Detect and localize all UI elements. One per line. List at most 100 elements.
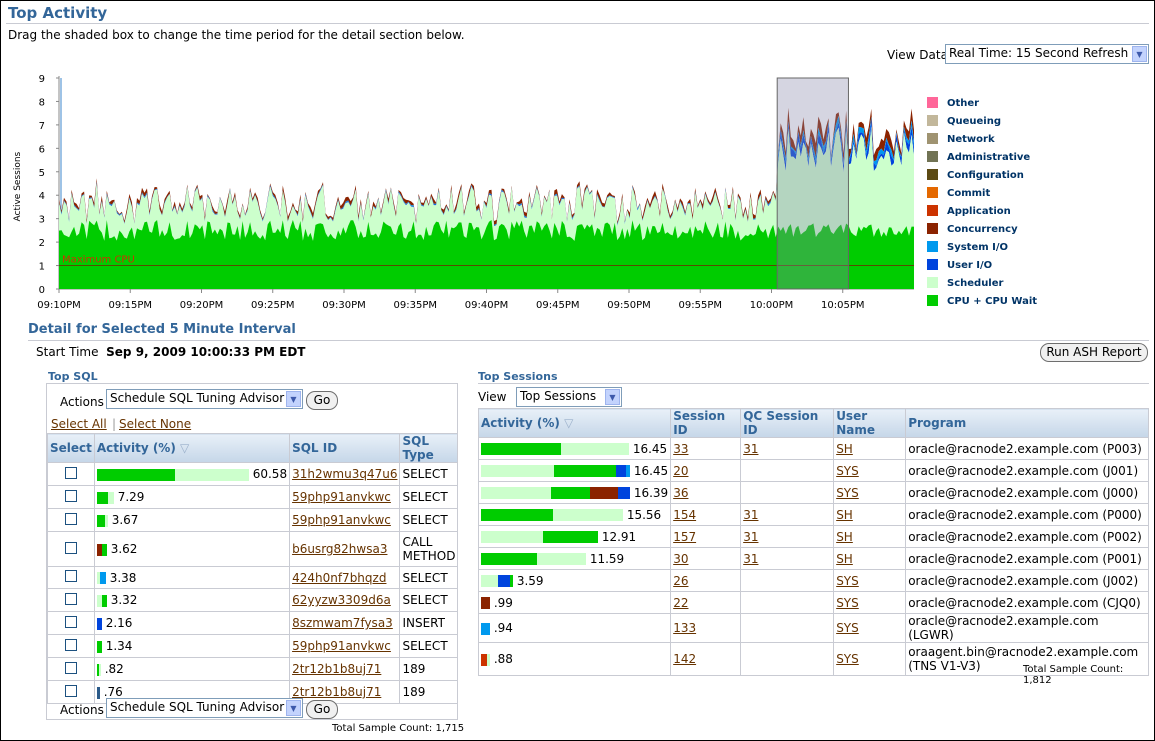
sql-row-checkbox[interactable] xyxy=(64,489,77,502)
session-id-link[interactable]: 133 xyxy=(673,621,696,635)
sql-type: SELECT xyxy=(402,467,448,481)
legend-item[interactable]: CPU + CPU Wait xyxy=(927,295,1037,307)
session-id-link[interactable]: 33 xyxy=(673,442,688,456)
sql-id-link[interactable]: 2tr12b1b8uj71 xyxy=(292,662,381,676)
sql-row-checkbox[interactable] xyxy=(64,615,77,628)
legend-item[interactable]: Scheduler xyxy=(927,277,1003,289)
col-session-id[interactable]: Session ID xyxy=(670,408,742,438)
chevron-down-icon[interactable]: ▼ xyxy=(1132,46,1147,62)
user-name-link[interactable]: SYS xyxy=(836,574,859,588)
session-id-link[interactable]: 157 xyxy=(673,530,696,544)
session-id-link[interactable]: 154 xyxy=(673,508,696,522)
sql-row: 3.67 59php91anvkwc SELECT xyxy=(47,508,459,532)
user-name-link[interactable]: SH xyxy=(836,552,853,566)
sql-id-link[interactable]: 59php91anvkwc xyxy=(292,639,391,653)
sql-row-activity-cell: 1.34 xyxy=(93,634,291,658)
sql-row-checkbox[interactable] xyxy=(64,570,77,582)
activity-bar xyxy=(96,617,102,630)
x-tick-label: 09:25PM xyxy=(251,300,294,311)
activity-bar-segment xyxy=(537,553,586,565)
select-none-link[interactable]: Select None xyxy=(119,417,191,431)
qc-session-id-link[interactable]: 31 xyxy=(743,442,758,456)
session-id-link[interactable]: 30 xyxy=(673,552,688,566)
x-tick-label: 10:00PM xyxy=(750,300,793,311)
sql-row-activity: 1.34 xyxy=(105,639,133,653)
top-sql-actions-select[interactable]: Schedule SQL Tuning Advisor ▼ xyxy=(106,389,303,409)
legend-item[interactable]: Administrative xyxy=(927,151,1030,163)
legend-label: Queueing xyxy=(947,116,1002,127)
sql-id-link[interactable]: 2tr12b1b8uj71 xyxy=(292,685,381,699)
user-name-link[interactable]: SH xyxy=(836,508,853,522)
legend-item[interactable]: User I/O xyxy=(927,259,992,271)
qc-session-id-link[interactable]: 31 xyxy=(743,530,758,544)
selection-box[interactable] xyxy=(776,77,849,290)
session-id-link[interactable]: 36 xyxy=(673,486,688,500)
sql-id-link[interactable]: 59php91anvkwc xyxy=(292,490,391,504)
activity-bar-segment xyxy=(98,663,101,676)
user-name-link[interactable]: SYS xyxy=(836,486,859,500)
legend-item[interactable]: Configuration xyxy=(927,169,1024,181)
session-id-link[interactable]: 142 xyxy=(673,652,696,666)
user-name-link[interactable]: SH xyxy=(836,442,853,456)
sql-row-checkbox[interactable] xyxy=(64,638,77,651)
sql-id-link[interactable]: 31h2wmu3q47u6 xyxy=(292,467,397,481)
legend-item[interactable]: Application xyxy=(927,205,1011,217)
run-ash-report-button[interactable]: Run ASH Report xyxy=(1040,343,1148,362)
col-program[interactable]: Program xyxy=(905,408,1149,438)
sql-row-select-cell xyxy=(47,588,95,612)
legend-item[interactable]: Concurrency xyxy=(927,223,1018,235)
sql-id-link[interactable]: b6usrg82hwsa3 xyxy=(292,542,387,556)
col-activity[interactable]: Activity (%) ▽ xyxy=(93,433,291,463)
view-data-select[interactable]: Real Time: 15 Second Refresh ▼ xyxy=(945,44,1149,64)
chevron-down-icon[interactable]: ▼ xyxy=(286,700,301,716)
sql-row-checkbox[interactable] xyxy=(64,661,77,674)
col-sql-type[interactable]: SQL Type xyxy=(399,433,459,463)
program-name: oracle@racnode2.example.com (CJQ0) xyxy=(908,595,1141,610)
sql-id-link[interactable]: 62yyzw3309d6a xyxy=(292,593,391,607)
session-id-link[interactable]: 20 xyxy=(673,464,688,478)
sql-id-link[interactable]: 424h0nf7bhqzd xyxy=(292,571,386,585)
legend-item[interactable]: Other xyxy=(927,97,979,109)
user-name-link[interactable]: SYS xyxy=(836,464,859,478)
legend-item[interactable]: System I/O xyxy=(927,241,1008,253)
qc-session-id-link[interactable]: 31 xyxy=(743,508,758,522)
chevron-down-icon[interactable]: ▼ xyxy=(286,391,301,407)
sql-row-checkbox[interactable] xyxy=(64,592,77,605)
sql-id-link[interactable]: 59php91anvkwc xyxy=(292,513,391,527)
col-user-name[interactable]: User Name xyxy=(833,408,907,438)
activity-bar-segment xyxy=(498,575,510,587)
legend-item[interactable]: Network xyxy=(927,133,995,145)
activity-bar-segment xyxy=(554,465,616,477)
session-activity-cell: 12.91 xyxy=(477,525,672,548)
user-name-link[interactable]: SYS xyxy=(836,596,859,610)
user-name-link[interactable]: SYS xyxy=(836,652,859,666)
activity-bar xyxy=(481,575,513,587)
col-sql-id[interactable]: SQL ID xyxy=(289,433,401,463)
top-sessions-view-select[interactable]: Top Sessions ▼ xyxy=(516,387,622,407)
top-sql-go-button[interactable]: Go xyxy=(306,391,338,410)
sql-row-checkbox[interactable] xyxy=(64,466,77,479)
qc-session-id-link[interactable]: 31 xyxy=(743,552,758,566)
top-sql-actions-select-bottom[interactable]: Schedule SQL Tuning Advisor ▼ xyxy=(106,698,303,718)
session-activity: 11.59 xyxy=(589,551,625,566)
qc-session-id-cell: 31 xyxy=(740,547,835,570)
sql-id-link[interactable]: 8szmwam7fysa3 xyxy=(292,616,393,630)
top-sql-go-button-bottom[interactable]: Go xyxy=(306,700,338,719)
sql-row-checkbox[interactable] xyxy=(64,684,77,697)
session-id-link[interactable]: 22 xyxy=(673,596,688,610)
sql-row-sql-id-cell: 424h0nf7bhqzd xyxy=(289,566,401,589)
select-all-link[interactable]: Select All xyxy=(51,417,107,431)
col-qc-session-id[interactable]: QC Session ID xyxy=(740,408,835,438)
y-tick-label: 2 xyxy=(39,238,45,249)
user-name-link[interactable]: SYS xyxy=(836,621,859,635)
legend-item[interactable]: Commit xyxy=(927,187,990,199)
user-name-link[interactable]: SH xyxy=(836,530,853,544)
qc-session-id-cell xyxy=(740,481,835,504)
y-tick-label: 8 xyxy=(39,97,45,108)
chevron-down-icon[interactable]: ▼ xyxy=(605,389,620,405)
col-session-activity[interactable]: Activity (%) ▽ xyxy=(477,408,672,438)
legend-item[interactable]: Queueing xyxy=(927,115,1001,127)
sql-row-checkbox[interactable] xyxy=(64,541,77,554)
sql-row-checkbox[interactable] xyxy=(64,512,77,525)
session-id-link[interactable]: 26 xyxy=(673,574,688,588)
